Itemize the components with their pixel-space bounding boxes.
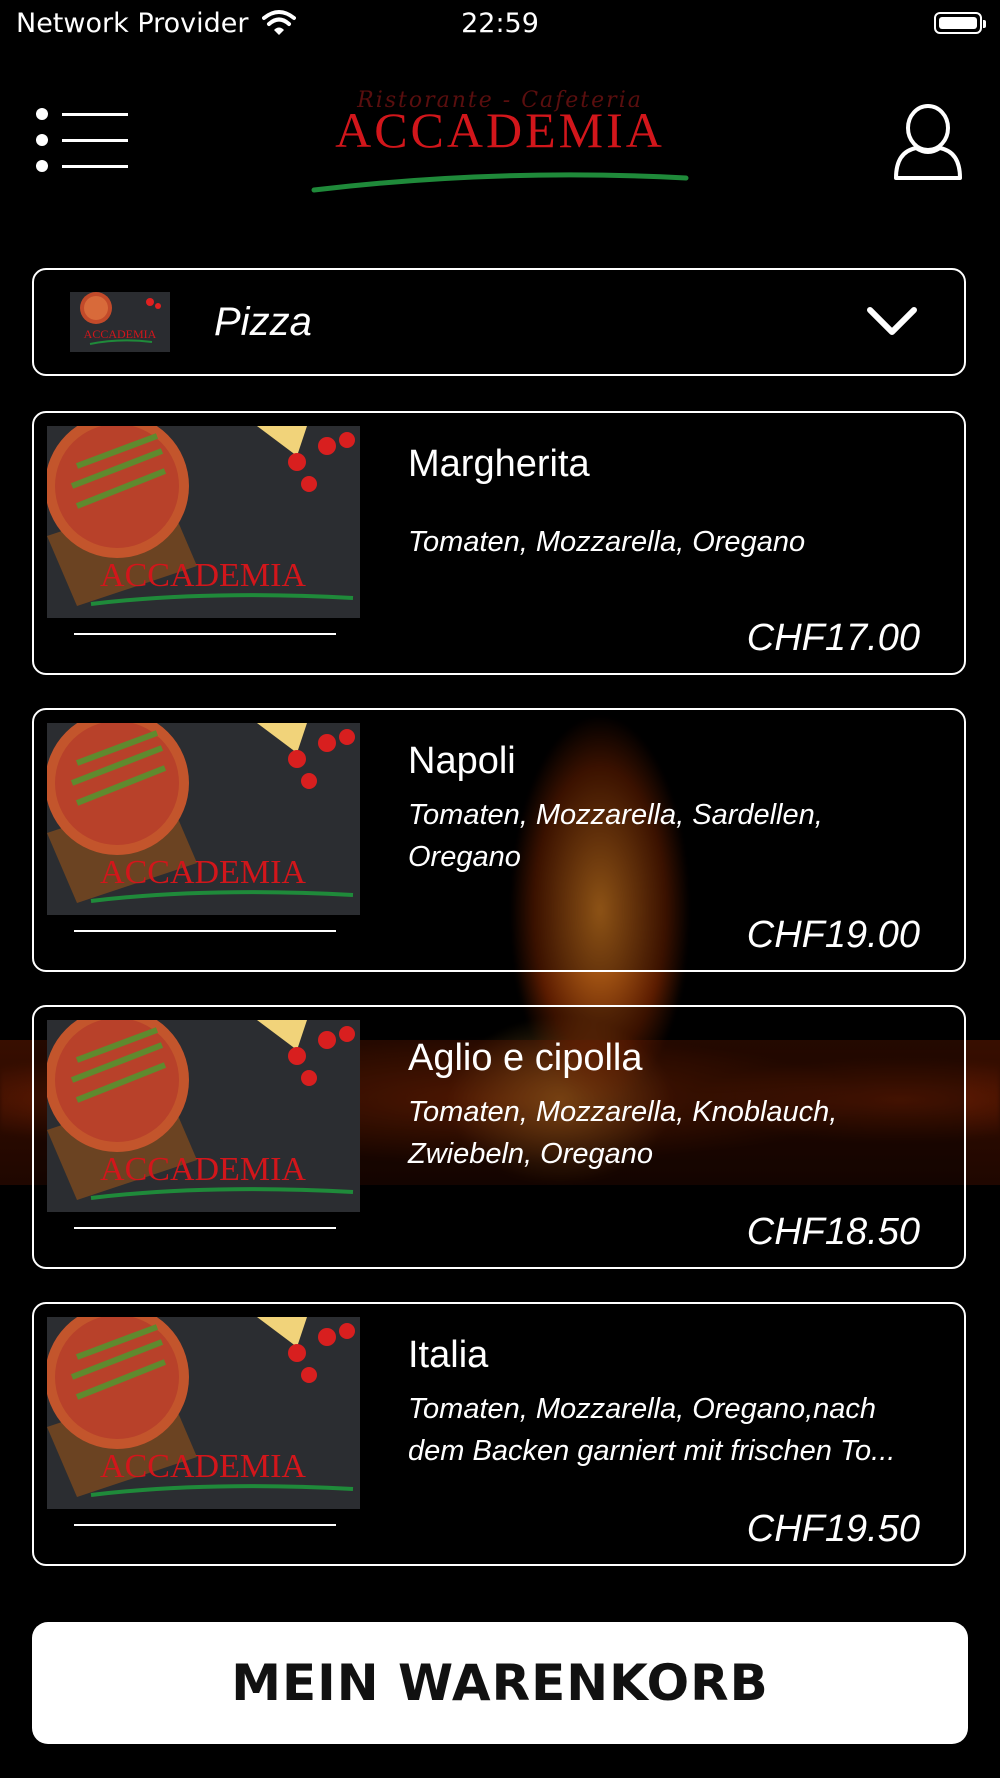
pizza-image: ACCADEMIA (47, 723, 360, 915)
pizza-image: ACCADEMIA (47, 1317, 360, 1509)
product-card-margherita[interactable]: ACCADEMIA Margherita Tomaten, Mozzarella… (32, 411, 966, 675)
svg-text:ACCADEMIA: ACCADEMIA (100, 557, 306, 594)
restaurant-logo: Ristorante - Cafeteria ACCADEMIA (310, 80, 690, 200)
product-price: CHF18.50 (746, 1211, 920, 1253)
product-name: Margherita (408, 443, 590, 485)
hamburger-menu-icon (36, 108, 128, 120)
category-dropdown[interactable]: ACCADEMIA Pizza (32, 268, 966, 376)
category-thumbnail: ACCADEMIA (70, 292, 170, 352)
battery-icon (934, 12, 986, 34)
product-price: CHF19.00 (746, 914, 920, 956)
product-card-aglio-e-cipolla[interactable]: ACCADEMIA Aglio e cipolla Tomaten, Mozza… (32, 1005, 966, 1269)
image-underline (74, 930, 336, 932)
svg-text:ACCADEMIA: ACCADEMIA (100, 854, 306, 891)
cart-button[interactable]: MEIN WARENKORB (32, 1622, 968, 1744)
chevron-down-icon (867, 307, 917, 335)
product-card-napoli[interactable]: ACCADEMIA Napoli Tomaten, Mozzarella, Sa… (32, 708, 966, 972)
product-name: Italia (408, 1334, 489, 1376)
product-name: Aglio e cipolla (408, 1037, 643, 1079)
svg-text:ACCADEMIA: ACCADEMIA (84, 327, 157, 341)
svg-text:ACCADEMIA: ACCADEMIA (100, 1448, 306, 1485)
product-price: CHF17.00 (746, 617, 920, 659)
clock: 22:59 (461, 8, 539, 39)
product-list: ACCADEMIA Margherita Tomaten, Mozzarella… (32, 411, 966, 1599)
pizza-image: ACCADEMIA (47, 1020, 360, 1212)
logo-swoosh (311, 172, 689, 193)
logo-brand: ACCADEMIA (335, 102, 665, 158)
pizza-image: ACCADEMIA (47, 426, 360, 618)
app-header: Ristorante - Cafeteria ACCADEMIA (0, 80, 1000, 200)
product-card-italia[interactable]: ACCADEMIA Italia Tomaten, Mozzarella, Or… (32, 1302, 966, 1566)
category-label: Pizza (214, 300, 312, 344)
product-description: Tomaten, Mozzarella, Sardellen, Oregano (408, 799, 823, 873)
image-underline (74, 1227, 336, 1229)
product-description: Tomaten, Mozzarella, Oregano (408, 526, 806, 558)
user-profile-icon[interactable] (892, 102, 964, 182)
svg-text:ACCADEMIA: ACCADEMIA (100, 1151, 306, 1188)
product-price: CHF19.50 (746, 1508, 920, 1550)
product-name: Napoli (408, 740, 516, 782)
status-bar: Network Provider 22:59 (0, 0, 1000, 50)
product-description: Tomaten, Mozzarella, Knoblauch, Zwiebeln… (408, 1096, 838, 1170)
menu-button[interactable] (36, 108, 128, 172)
image-underline (74, 633, 336, 635)
image-underline (74, 1524, 336, 1526)
product-description: Tomaten, Mozzarella, Oregano,nach dem Ba… (408, 1393, 896, 1467)
